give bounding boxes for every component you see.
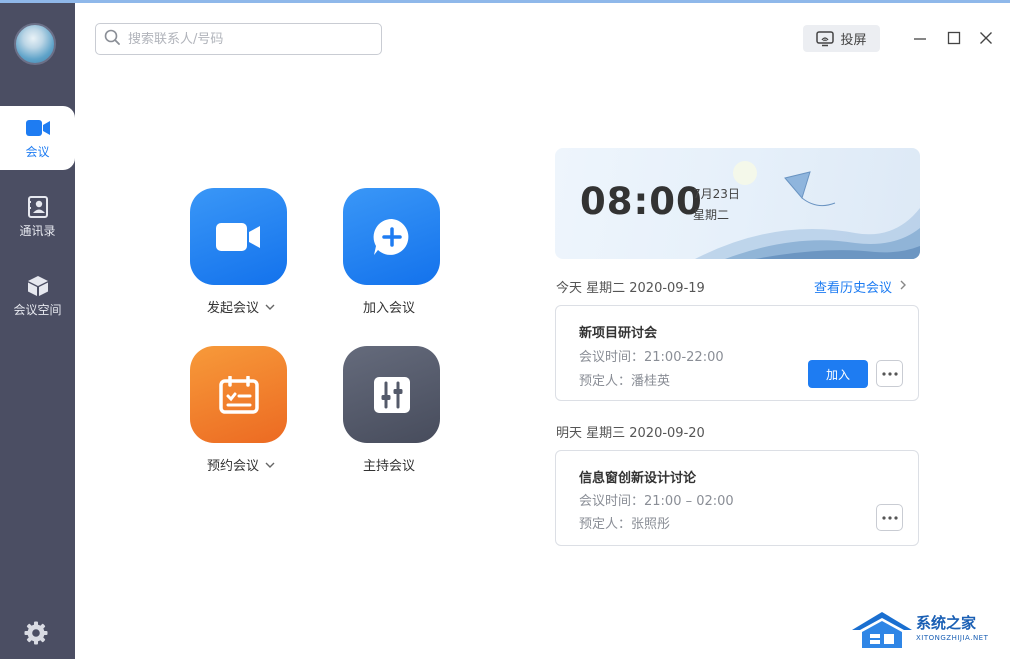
video-camera-icon: [215, 222, 260, 251]
meeting-organizer: 预定人：潘桂英: [579, 374, 671, 389]
chevron-down-icon[interactable]: [265, 299, 275, 314]
meeting-time: 会议时间：21:00-22:00: [579, 350, 724, 365]
cube-icon: [26, 275, 50, 297]
start-meeting-label[interactable]: 发起会议: [207, 297, 275, 316]
sidebar-item-meeting-space[interactable]: 会议空间: [0, 264, 75, 328]
start-meeting-button[interactable]: [190, 188, 287, 285]
today-heading: 今天 星期二 2020-09-19: [556, 281, 705, 296]
search-input[interactable]: [128, 31, 368, 47]
current-time: 08:00: [580, 180, 703, 223]
sliders-icon: [373, 376, 410, 413]
more-options-button[interactable]: [876, 360, 903, 387]
more-options-button[interactable]: [876, 504, 903, 531]
sidebar-item-meetings[interactable]: 会议: [0, 106, 75, 170]
chevron-down-icon[interactable]: [265, 457, 275, 472]
date-time-banner: 08:00 7月23日 星期二: [555, 148, 920, 259]
more-dots-icon: [881, 371, 898, 376]
more-dots-icon: [881, 515, 898, 520]
sidebar-item-contacts[interactable]: 通讯录: [0, 185, 75, 249]
current-date: 7月23日: [693, 187, 740, 201]
start-meeting-text: 发起会议: [207, 301, 260, 316]
meeting-title: 新项目研讨会: [579, 326, 658, 341]
meeting-time: 会议时间：21:00 – 02:00: [579, 494, 734, 509]
calendar-checklist-icon: [218, 375, 259, 414]
join-meeting-text: 加入会议: [363, 301, 416, 316]
current-weekday: 星期二: [693, 208, 730, 222]
window-top-border: [0, 0, 1010, 3]
meeting-history-link[interactable]: 查看历史会议: [814, 277, 907, 296]
minimize-icon[interactable]: [912, 30, 928, 46]
join-meeting-button[interactable]: [343, 188, 440, 285]
tomorrow-heading: 明天 星期三 2020-09-20: [556, 426, 705, 441]
search-box[interactable]: [95, 23, 382, 55]
contacts-book-icon: [26, 195, 50, 218]
chat-plus-icon: [373, 218, 408, 255]
sidebar: 会议 通讯录 会议空间: [0, 3, 75, 659]
schedule-meeting-button[interactable]: [190, 346, 287, 443]
maximize-icon[interactable]: [946, 30, 962, 46]
avatar[interactable]: [14, 23, 56, 65]
schedule-meeting-label[interactable]: 预约会议: [207, 455, 275, 474]
host-meeting-text: 主持会议: [363, 459, 416, 474]
meeting-organizer: 预定人：张照彤: [579, 517, 671, 532]
screen-cast-icon: [816, 30, 835, 46]
join-button[interactable]: 加入: [808, 360, 868, 388]
sidebar-item-label: 会议: [25, 144, 50, 159]
chevron-right-icon: [900, 279, 907, 294]
watermark-url: XITONGZHIJIA.NET: [916, 634, 989, 642]
close-icon[interactable]: [978, 30, 994, 46]
meeting-title: 信息窗创新设计讨论: [579, 471, 697, 486]
video-camera-icon: [25, 117, 50, 139]
search-icon: [104, 29, 120, 49]
meeting-card[interactable]: 新项目研讨会 会议时间：21:00-22:00 预定人：潘桂英 加入: [555, 305, 919, 401]
host-meeting-label[interactable]: 主持会议: [363, 455, 415, 474]
join-meeting-label[interactable]: 加入会议: [363, 297, 415, 316]
host-meeting-button[interactable]: [343, 346, 440, 443]
gear-icon[interactable]: [23, 620, 49, 646]
meeting-history-label: 查看历史会议: [814, 281, 893, 296]
meeting-card[interactable]: 信息窗创新设计讨论 会议时间：21:00 – 02:00 预定人：张照彤: [555, 450, 919, 546]
sidebar-item-label: 通讯录: [19, 223, 56, 238]
house-logo-icon: [852, 612, 912, 648]
watermark-name: 系统之家: [916, 614, 977, 632]
schedule-meeting-text: 预约会议: [207, 459, 260, 474]
sidebar-item-label: 会议空间: [13, 302, 62, 317]
screen-cast-label: 投屏: [840, 33, 867, 48]
screen-cast-button[interactable]: 投屏: [803, 25, 880, 52]
